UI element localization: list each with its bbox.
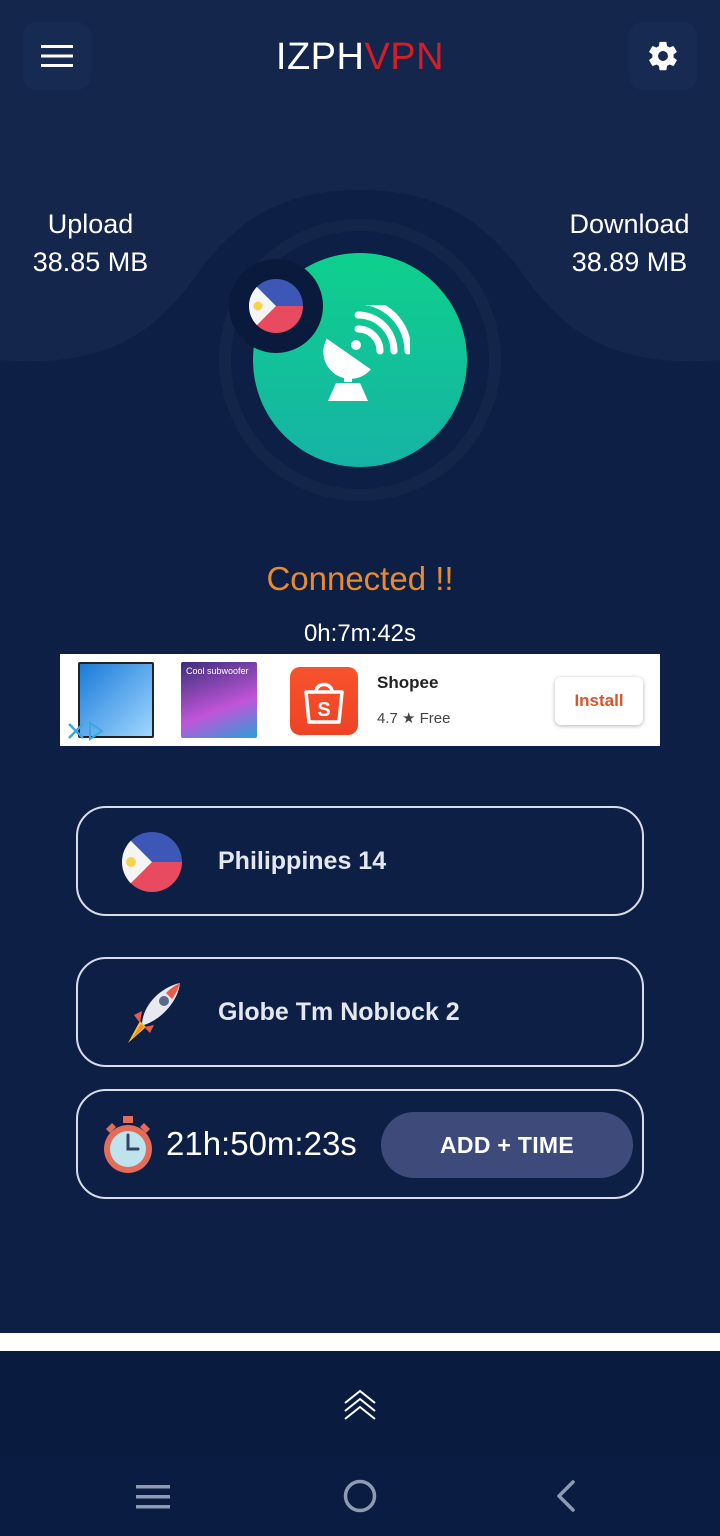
time-remaining: 21h:50m:23s	[166, 1125, 357, 1162]
shopping-bag-icon: S	[304, 682, 344, 724]
bottom-panel	[0, 1351, 720, 1457]
app-title-part1: IZPH	[275, 36, 365, 78]
satellite-dish-icon	[323, 305, 410, 401]
server-flag-badge	[229, 259, 323, 353]
app-title-part2: VPN	[364, 36, 445, 78]
time-remaining-card: 21h:50m:23s ADD + TIME	[76, 1089, 644, 1199]
system-nav-bar	[0, 1457, 720, 1536]
upload-label: Upload	[47, 209, 134, 239]
app-title: IZPHVPN	[0, 36, 720, 79]
download-stat: Download 38.89 MB	[557, 205, 702, 281]
settings-button[interactable]	[629, 22, 697, 90]
ad-install-button[interactable]: Install	[555, 677, 643, 725]
add-time-button[interactable]: ADD + TIME	[381, 1112, 633, 1178]
session-timer: 0h:7m:42s	[303, 620, 417, 647]
download-label: Download	[569, 209, 690, 239]
upload-stat: Upload 38.85 MB	[18, 205, 163, 281]
upload-value: 38.85 MB	[32, 247, 149, 277]
ad-thumbnail-caption: Cool subwoofer	[186, 666, 249, 676]
home-circle-icon[interactable]	[343, 1479, 377, 1513]
network-selector[interactable]: Globe Tm Noblock 2	[76, 957, 644, 1067]
connection-status: Connected !!	[266, 560, 454, 597]
gear-icon	[649, 41, 677, 71]
back-chevron-icon[interactable]	[554, 1479, 578, 1513]
ad-banner[interactable]: Cool subwoofer S Shopee 4.7 ★ Free Insta…	[60, 654, 660, 746]
double-chevron-up-icon[interactable]	[343, 1387, 377, 1423]
svg-text:S: S	[317, 699, 330, 721]
ad-rating: 4.7 ★ Free	[377, 710, 451, 727]
ad-thumbnail-speaker[interactable]: Cool subwoofer	[181, 662, 257, 738]
philippines-flag-icon	[122, 832, 182, 892]
shopee-logo-icon[interactable]: S	[290, 667, 358, 735]
divider-strip	[0, 1333, 720, 1351]
server-selector[interactable]: Philippines 14	[76, 806, 644, 916]
server-name: Philippines 14	[218, 846, 387, 875]
philippines-flag-icon	[249, 279, 303, 333]
network-name: Globe Tm Noblock 2	[218, 997, 460, 1026]
rocket-icon	[128, 983, 180, 1043]
ad-app-name: Shopee	[377, 673, 439, 692]
recents-icon[interactable]	[136, 1483, 170, 1511]
ad-close-icon[interactable]	[65, 720, 105, 742]
download-value: 38.89 MB	[571, 247, 688, 277]
stopwatch-icon	[104, 1116, 152, 1173]
